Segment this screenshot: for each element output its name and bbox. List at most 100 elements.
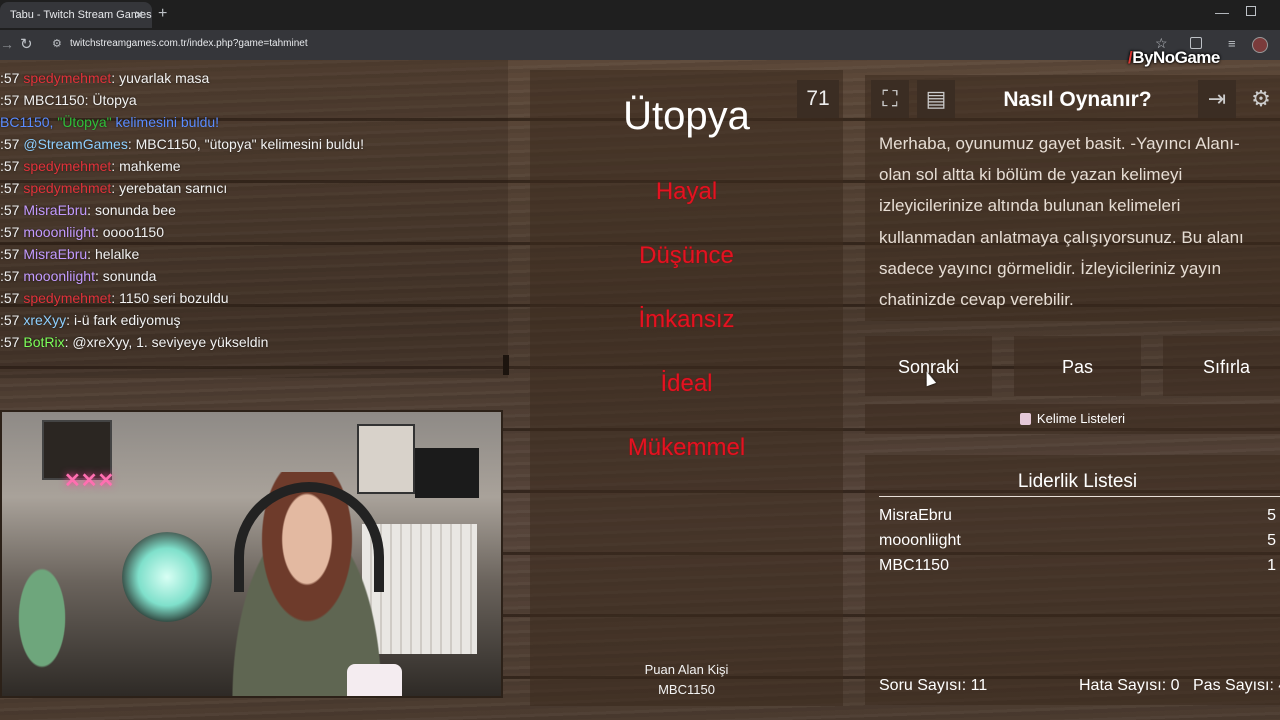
taboo-word: İdeal: [660, 370, 713, 397]
restore-icon[interactable]: [1246, 6, 1256, 16]
chat-message: :57 mooonliight: oooo1150: [0, 224, 164, 240]
player-score: 5: [1267, 532, 1276, 549]
new-tab-button[interactable]: +: [158, 4, 167, 24]
chat-username: BotRix: [23, 334, 65, 350]
chat-time: :57: [0, 158, 24, 174]
player-name: mooonliight: [879, 532, 961, 549]
player-name: MisraEbru: [879, 507, 952, 524]
word-lists-button[interactable]: Kelime Listeleri: [865, 404, 1280, 434]
chat-username: spedymehmet: [23, 180, 112, 196]
leaderboard-row: MisraEbru 5: [879, 507, 1276, 527]
target-word: Ütopya: [623, 94, 750, 138]
bynogame-logo: /ByNoGame: [1128, 48, 1220, 67]
site-info-icon[interactable]: ⚙: [52, 38, 64, 50]
scorer-label: Puan Alan Kişi: [644, 662, 729, 677]
tab-title: Tabu - Twitch Stream Games: [10, 9, 152, 21]
divider: [879, 496, 1280, 497]
chat-username: mooonliight: [23, 268, 95, 284]
address-bar: → ↻ ⚙ twitchstreamgames.com.tr/index.php…: [0, 30, 1280, 60]
chat-username: BC1150,: [0, 114, 58, 130]
browser-titlebar: Tabu - Twitch Stream Games ✕ + —: [0, 0, 1280, 30]
gear-icon[interactable]: ⚙: [1242, 80, 1280, 118]
reading-list-icon[interactable]: ≡: [1228, 36, 1236, 51]
chat-message: :57 MisraEbru: helalke: [0, 246, 140, 262]
chat-message: :57 spedymehmet: mahkeme: [0, 158, 181, 174]
chat-username: @StreamGames: [23, 136, 128, 152]
chat-text: Ütopya: [92, 92, 137, 108]
chat-time: :57: [0, 246, 24, 262]
chat-username: spedymehmet: [23, 70, 112, 86]
player-score: 5: [1267, 507, 1276, 524]
chat-username: xreXyy: [23, 312, 67, 328]
taboo-word: Düşünce: [639, 242, 734, 269]
leaderboard-row: MBC1150 1: [879, 557, 1276, 577]
scorer-name: MBC1150: [658, 682, 715, 697]
chat-message: :57 mooonliight: sonunda: [0, 268, 157, 284]
webcam-feed: ✕✕✕: [0, 410, 503, 698]
chat-time: :57: [0, 202, 24, 218]
chat-time: :57: [0, 136, 24, 152]
taboo-word: İmkansız: [638, 306, 735, 333]
chat-text: yuvarlak masa: [119, 70, 210, 86]
chat-text: helalke: [94, 246, 140, 262]
chat-message: :57 BotRix: @xreXyy, 1. seviyeye yükseld…: [0, 334, 269, 350]
pass-button[interactable]: Pas: [1014, 336, 1141, 396]
chat-text: i-ü fark ediyomuş: [73, 312, 181, 328]
chat-message: BC1150, "Ütopya" kelimesini buldu!: [0, 114, 220, 130]
lamp: [122, 532, 212, 622]
reload-icon[interactable]: ↻: [20, 35, 33, 53]
chat-text: sonunda: [102, 268, 157, 284]
chat-time: :57: [0, 268, 24, 284]
chat-time: :57: [0, 92, 24, 108]
next-button[interactable]: Sonraki: [865, 336, 992, 396]
fullscreen-icon[interactable]: ⛶: [871, 80, 909, 118]
chat-time: :57: [0, 334, 24, 350]
how-to-play-title: Nasıl Oynanır?: [1003, 88, 1152, 111]
pass-count: Pas Sayısı: 4: [1193, 677, 1280, 694]
neon-sign: ✕✕✕: [64, 470, 115, 492]
tab-tabu[interactable]: Tabu - Twitch Stream Games ✕: [0, 2, 152, 28]
chat-time: :57: [0, 290, 24, 306]
plush-toy: [2, 562, 82, 696]
taboo-word: Hayal: [655, 178, 718, 205]
divider: [503, 355, 509, 375]
chat-text: sonunda bee: [94, 202, 176, 218]
chat-text: oooo1150: [102, 224, 164, 240]
chat-time: :57: [0, 312, 24, 328]
chat-text: MBC1150, "ütopya" kelimesini buldu!: [135, 136, 364, 152]
chat-time: :57: [0, 224, 24, 240]
chat-time: :57: [0, 70, 24, 86]
chat-text: mahkeme: [119, 158, 181, 174]
chat-username: MBC1150: [23, 92, 85, 108]
list-icon[interactable]: ▤: [917, 80, 955, 118]
chat-username: MisraEbru: [23, 202, 88, 218]
exit-icon[interactable]: ⇥: [1198, 80, 1236, 118]
chat-message: :57 xreXyy: i-ü fark ediyomuş: [0, 312, 181, 328]
chat-log: :57 spedymehmet: yuvarlak masa:57 MBC115…: [0, 60, 508, 378]
poster: [415, 448, 479, 498]
leaderboard-title: Liderlik Listesi: [1017, 471, 1138, 492]
microphone: [347, 664, 402, 696]
chat-text: kelimesini buldu!: [115, 114, 220, 130]
chat-username: MisraEbru: [23, 246, 88, 262]
player-score: 1: [1267, 557, 1276, 574]
chat-username: spedymehmet: [23, 158, 112, 174]
arrow-right-icon[interactable]: →: [0, 36, 14, 52]
chat-message: :57 spedymehmet: yuvarlak masa: [0, 70, 210, 86]
book-icon: [1019, 413, 1031, 425]
reset-button[interactable]: Sıfırla: [1163, 336, 1280, 396]
question-count: Soru Sayısı: 11: [879, 677, 988, 694]
error-count: Hata Sayısı: 0: [1079, 677, 1180, 694]
how-to-play-text: Merhaba, oyunumuz gayet basit. -Yayıncı …: [879, 134, 1244, 310]
avatar[interactable]: [1252, 37, 1268, 53]
url-field[interactable]: twitchstreamgames.com.tr/index.php?game=…: [70, 38, 308, 49]
minimize-icon[interactable]: —: [1215, 4, 1229, 20]
chat-text: 1150 seri bozuldu: [119, 290, 229, 306]
close-icon[interactable]: ✕: [134, 2, 144, 28]
player-name: MBC1150: [879, 557, 949, 574]
chat-message: :57 @StreamGames: MBC1150, "ütopya" keli…: [0, 136, 364, 152]
chat-message: :57 spedymehmet: yerebatan sarnıcı: [0, 180, 228, 196]
chat-message: :57 MBC1150: Ütopya: [0, 92, 137, 108]
chat-message: :57 spedymehmet: 1150 seri bozuldu: [0, 290, 229, 306]
chat-text: @xreXyy, 1. seviyeye yükseldin: [72, 334, 269, 350]
